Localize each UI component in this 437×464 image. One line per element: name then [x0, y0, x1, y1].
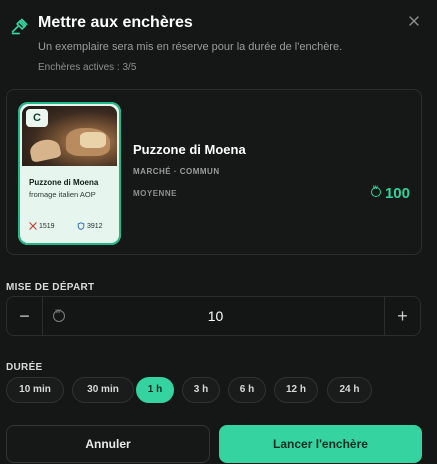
starting-bid-input[interactable] — [47, 297, 384, 335]
price-value: 100 — [384, 185, 410, 202]
dialog-subtitle: Un exemplaire sera mis en réserve pour l… — [38, 41, 343, 53]
gavel-icon — [11, 18, 28, 35]
defense-value: 3912 — [86, 223, 103, 230]
item-name: Puzzone di Moena — [133, 142, 246, 157]
duration-option-12h[interactable]: 12 h — [274, 377, 318, 403]
close-icon[interactable] — [407, 14, 421, 28]
coin-icon — [370, 185, 381, 197]
decrement-button[interactable]: − — [7, 297, 43, 335]
launch-auction-button[interactable]: Lancer l'enchère — [219, 425, 422, 463]
card-item-description: fromage italien AOP — [29, 190, 96, 199]
rarity-badge: C — [26, 109, 48, 127]
card-stats: 1519 3912 — [29, 222, 111, 234]
item-tier: MOYENNE — [133, 189, 177, 198]
item-price: 100 — [370, 185, 410, 202]
starting-bid-label: MISE DE DÉPART — [6, 282, 95, 293]
duration-option-3h[interactable]: 3 h — [182, 377, 220, 403]
active-auctions-count: Enchères actives : 3/5 — [38, 62, 137, 73]
item-card-thumbnail: C Puzzone di Moena fromage italien AOP 1… — [18, 102, 121, 245]
shield-icon — [77, 222, 85, 230]
duration-option-10min[interactable]: 10 min — [6, 377, 64, 403]
attack-stat: 1519 — [29, 222, 55, 230]
card-item-name: Puzzone di Moena — [29, 178, 99, 187]
duration-option-24h[interactable]: 24 h — [327, 377, 372, 403]
starting-bid-stepper: − + — [6, 296, 421, 336]
swords-icon — [29, 222, 37, 230]
cancel-button[interactable]: Annuler — [6, 425, 210, 463]
duration-option-6h[interactable]: 6 h — [228, 377, 266, 403]
dialog-title: Mettre aux enchères — [38, 14, 193, 31]
item-meta: MARCHÉ · COMMUN — [133, 167, 220, 176]
increment-button[interactable]: + — [384, 297, 420, 335]
defense-stat: 3912 — [77, 222, 103, 230]
duration-option-30min[interactable]: 30 min — [72, 377, 134, 403]
attack-value: 1519 — [38, 223, 55, 230]
duration-option-1h[interactable]: 1 h — [136, 377, 174, 403]
duration-label: DURÉE — [6, 362, 43, 373]
